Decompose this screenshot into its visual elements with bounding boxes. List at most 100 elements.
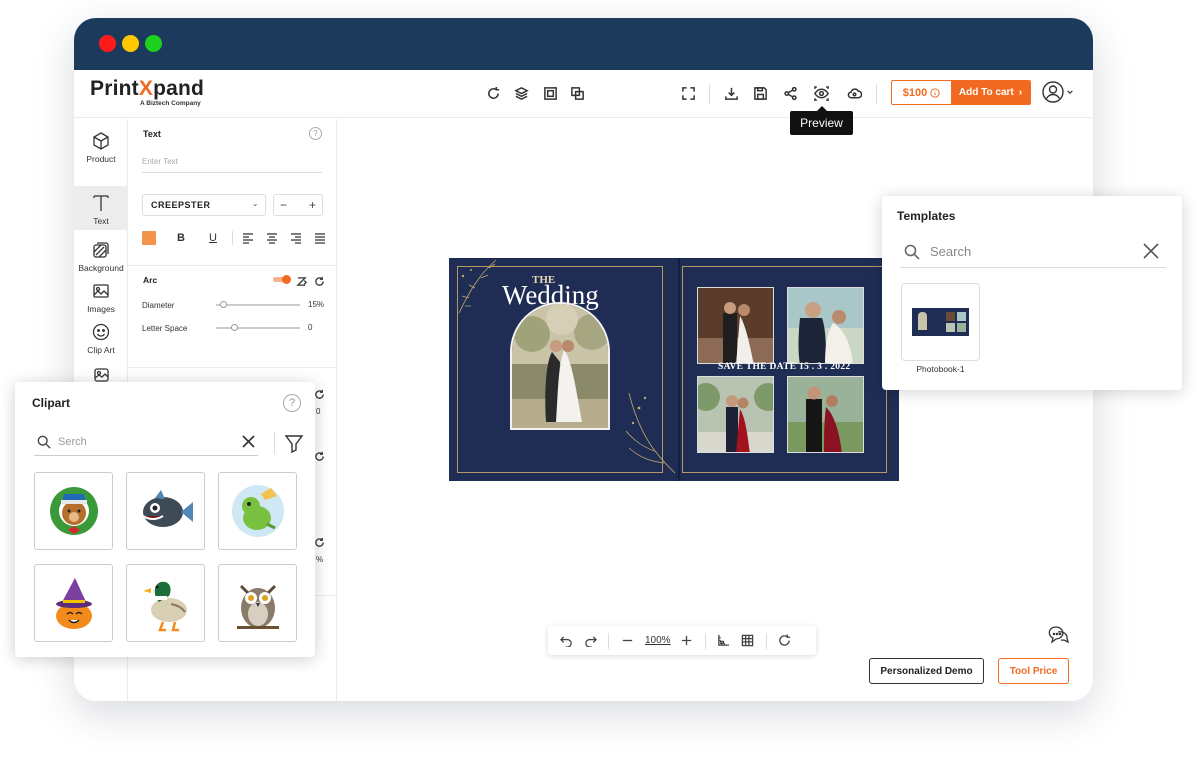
align-center-icon[interactable] <box>261 231 283 245</box>
couple-photo-3[interactable] <box>697 376 774 453</box>
duplicate-icon[interactable] <box>568 84 586 102</box>
diameter-slider-knob[interactable] <box>220 301 228 308</box>
text-color-swatch[interactable] <box>142 231 156 245</box>
flip-arc-icon[interactable] <box>296 274 307 286</box>
templates-search[interactable]: Search <box>900 236 1166 268</box>
chat-icon[interactable] <box>1046 624 1070 646</box>
rail-label-clip-art: Clip Art <box>87 345 115 355</box>
add-to-cart-button[interactable]: Add To cart › <box>951 81 1030 104</box>
toolbar-divider <box>709 84 710 104</box>
image-icon <box>93 284 109 298</box>
share-icon[interactable] <box>781 84 799 102</box>
clipart-item-pumpkin-witch[interactable] <box>34 564 113 642</box>
layers-icon[interactable] <box>512 84 530 102</box>
clipart-search-input[interactable]: Serch <box>58 436 87 448</box>
bear-wreath-icon <box>49 487 98 535</box>
price-value: $100 <box>902 86 928 99</box>
clipart-item-bear-wreath[interactable] <box>34 472 113 550</box>
tool-price-button[interactable]: Tool Price <box>998 658 1069 684</box>
close-window-button[interactable] <box>99 35 116 52</box>
letter-space-slider-knob[interactable] <box>231 324 239 331</box>
personalized-demo-button[interactable]: Personalized Demo <box>869 658 984 684</box>
save-the-date-text[interactable]: SAVE THE DATE 15 . 3 . 2022 <box>718 362 850 372</box>
rail-item-images[interactable]: Images <box>74 281 128 314</box>
grid-icon[interactable] <box>740 633 756 649</box>
refresh-icon[interactable] <box>484 84 502 102</box>
clipart-search[interactable]: Serch <box>34 429 258 456</box>
align-justify-icon[interactable] <box>309 231 331 245</box>
user-avatar-icon <box>1042 81 1064 103</box>
rail-item-product[interactable]: Product <box>74 131 128 181</box>
help-icon[interactable]: ? <box>283 394 301 412</box>
floral-branch-icon <box>458 259 497 314</box>
maximize-window-button[interactable] <box>145 35 162 52</box>
photo-image <box>698 288 773 363</box>
font-size-stepper[interactable]: − + <box>273 194 323 216</box>
format-divider <box>232 231 233 245</box>
couple-photo-2[interactable] <box>787 287 864 364</box>
align-left-icon[interactable] <box>237 231 259 245</box>
diameter-slider[interactable] <box>216 301 300 308</box>
photobook-design[interactable]: THE Wedding SAVE THE DATE 15 . 3 . 2022 <box>449 258 899 481</box>
reset-icon[interactable] <box>314 387 325 399</box>
zoom-level[interactable]: 100% <box>645 635 671 646</box>
preview-eye-icon[interactable] <box>812 84 830 102</box>
fullscreen-icon[interactable] <box>679 84 697 102</box>
font-family-select[interactable]: CREEPSTER ⌄ <box>142 194 266 216</box>
rail-item-clip-art[interactable]: Clip Art <box>74 322 128 355</box>
help-icon[interactable]: ? <box>309 127 322 140</box>
chevron-down-icon <box>1067 90 1073 94</box>
design-page-right[interactable]: SAVE THE DATE 15 . 3 . 2022 <box>678 258 899 481</box>
zoom-in-icon[interactable] <box>679 633 695 649</box>
filter-icon[interactable] <box>284 433 304 454</box>
close-icon[interactable] <box>242 435 255 448</box>
arc-toggle[interactable] <box>273 275 291 284</box>
plus-icon[interactable]: + <box>309 198 316 212</box>
rail-item-background[interactable]: Background <box>74 240 128 273</box>
clipart-item-duck[interactable] <box>126 564 205 642</box>
minus-icon[interactable]: − <box>280 198 287 212</box>
design-page-left[interactable]: THE Wedding <box>449 258 678 481</box>
photo-image <box>788 377 863 452</box>
reset-icon[interactable] <box>314 449 325 461</box>
canvas-zoom-toolbar: 100% <box>548 626 816 655</box>
couple-photo-4[interactable] <box>787 376 864 453</box>
underline-icon[interactable]: U <box>202 231 224 245</box>
rail-item-text[interactable]: Text <box>74 186 128 230</box>
couple-photo-1[interactable] <box>697 287 774 364</box>
clipart-item-dinosaur[interactable] <box>218 472 297 550</box>
ruler-icon[interactable] <box>716 633 732 649</box>
couple-photo <box>512 304 608 428</box>
template-card-photobook-1[interactable] <box>901 283 980 361</box>
photo-image <box>788 288 863 363</box>
download-icon[interactable] <box>722 84 740 102</box>
undo-icon[interactable] <box>558 633 574 649</box>
redo-icon[interactable] <box>582 633 598 649</box>
minimize-window-button[interactable] <box>122 35 139 52</box>
save-icon[interactable] <box>751 84 769 102</box>
align-right-icon[interactable] <box>285 231 307 245</box>
toolbar-divider <box>704 632 706 649</box>
partial-value: % <box>316 555 324 564</box>
logo-tagline: A Biztech Company <box>140 100 201 107</box>
user-menu[interactable] <box>1042 81 1074 103</box>
close-icon[interactable] <box>1142 242 1160 260</box>
bold-icon[interactable]: B <box>170 231 192 245</box>
rail-label-text: Text <box>93 216 109 226</box>
photo-image <box>698 377 773 452</box>
zoom-out-icon[interactable] <box>619 633 635 649</box>
price-display[interactable]: $100 <box>892 81 951 104</box>
reset-arc-icon[interactable] <box>314 274 325 286</box>
printxpand-logo[interactable]: PrintXpand A Biztech Company <box>90 77 204 107</box>
rotate-icon[interactable] <box>777 633 793 649</box>
clipart-item-owl[interactable] <box>218 564 297 642</box>
bring-forward-icon[interactable] <box>541 84 559 102</box>
cloud-icon[interactable] <box>845 84 863 102</box>
reset-icon[interactable] <box>314 535 325 547</box>
clipart-item-piranha-fish[interactable] <box>126 472 205 550</box>
templates-search-input[interactable]: Search <box>930 244 971 259</box>
letter-space-label: Letter Space <box>142 324 188 333</box>
enter-text-input[interactable]: Enter Text <box>142 153 322 173</box>
couple-photo-arch[interactable] <box>510 302 610 430</box>
letter-space-slider[interactable] <box>216 324 300 331</box>
